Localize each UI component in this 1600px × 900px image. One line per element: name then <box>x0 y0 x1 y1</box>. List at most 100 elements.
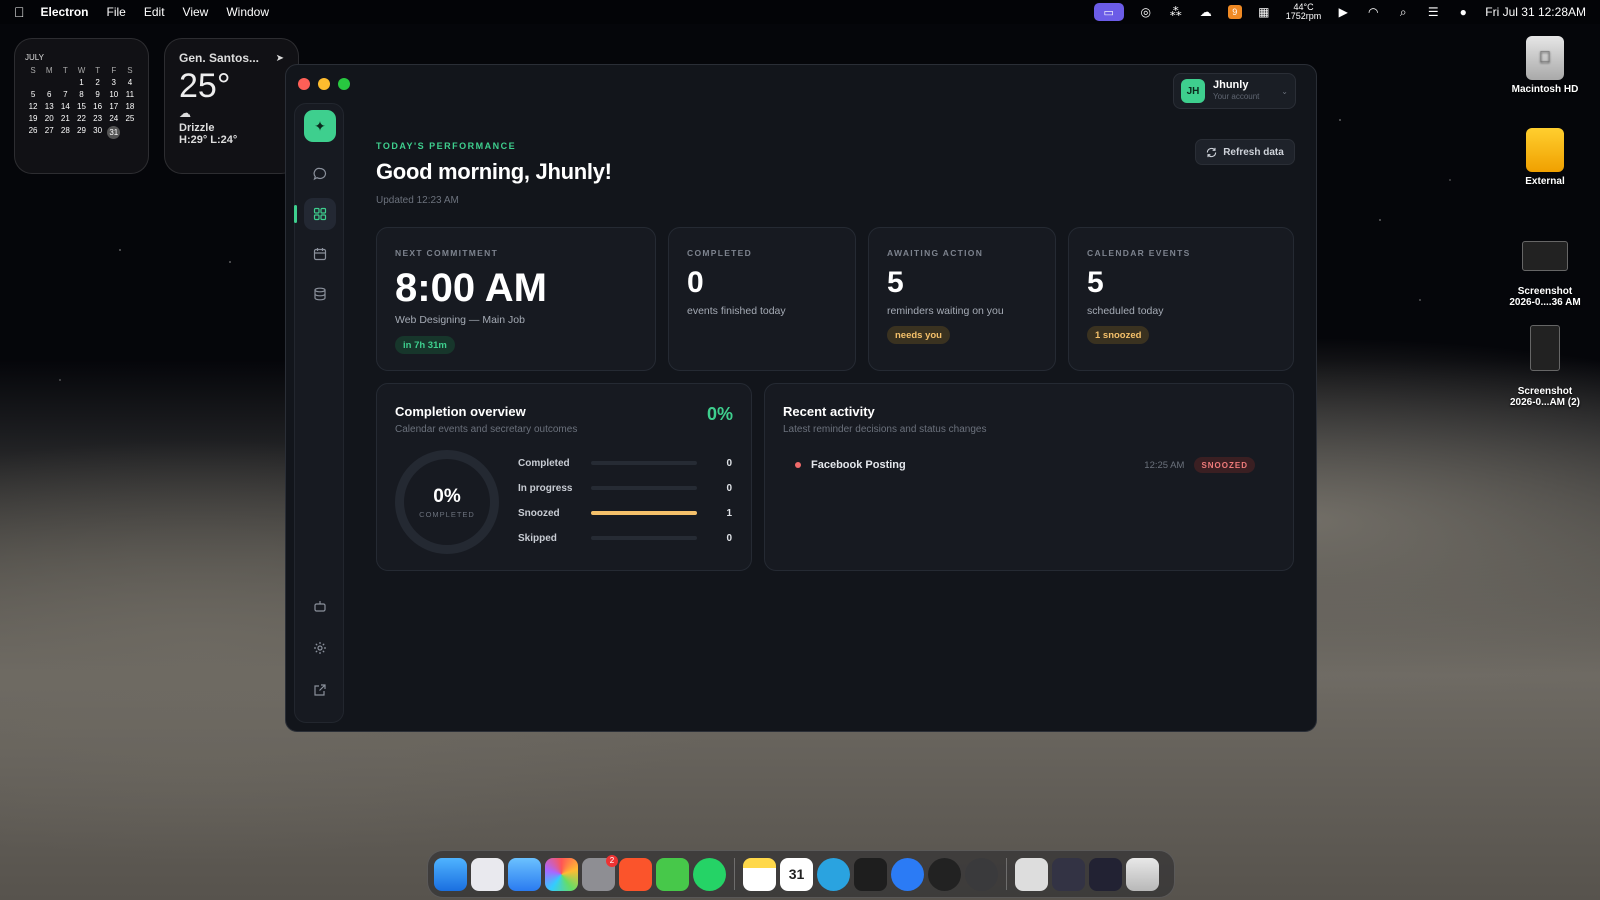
calendar-app-icon[interactable]: 31 <box>780 857 813 891</box>
calendar-day-header: F <box>111 66 117 75</box>
figma-icon[interactable]: ⁂ <box>1168 5 1184 19</box>
sidebar: ✦ <box>294 103 344 723</box>
folder-stack-icon[interactable] <box>1089 857 1122 891</box>
account-subtitle: Your account <box>1213 92 1260 101</box>
notes-icon[interactable] <box>743 857 776 891</box>
calendar-day: 3 <box>111 78 116 87</box>
whatsapp-icon[interactable] <box>693 857 726 891</box>
desktop-icon-external[interactable]: External <box>1490 128 1600 187</box>
menu-edit[interactable]: Edit <box>144 5 165 19</box>
cursor-app-icon[interactable] <box>656 857 689 891</box>
menu-file[interactable]: File <box>107 5 126 19</box>
quicktime-icon[interactable] <box>891 857 924 891</box>
apple-menu-icon[interactable]:  <box>14 4 25 20</box>
card-subtitle: Latest reminder decisions and status cha… <box>783 424 987 435</box>
calendar-day <box>25 78 41 87</box>
play-icon[interactable]: ▶ <box>1335 5 1351 19</box>
system-settings-icon[interactable]: 2 <box>582 854 618 891</box>
breakdown-row-snoozed: Snoozed 1 <box>518 507 732 519</box>
menu-app-name[interactable]: Electron <box>41 5 89 19</box>
external-drive-icon <box>1526 128 1564 172</box>
sidebar-item-chat[interactable] <box>304 158 336 190</box>
close-button[interactable] <box>298 78 310 90</box>
sidebar-item-bot[interactable] <box>304 590 336 622</box>
sidebar-item-settings[interactable] <box>304 632 336 664</box>
list-item[interactable]: Facebook Posting 12:25 AM SNOOZED <box>783 454 1255 476</box>
sidebar-item-calendar[interactable] <box>304 238 336 270</box>
calendar-day: 27 <box>44 126 54 135</box>
menu-window[interactable]: Window <box>226 5 269 19</box>
control-center-icon[interactable]: ☰ <box>1425 5 1441 19</box>
brave-icon[interactable] <box>619 857 652 891</box>
figma-app-icon[interactable] <box>854 857 887 891</box>
trash-icon[interactable] <box>1126 857 1159 891</box>
calendar-events-count: 5 <box>1087 266 1104 299</box>
calendar-day: 23 <box>93 114 103 123</box>
robot-icon <box>314 601 326 612</box>
calendar-day: 22 <box>77 114 86 123</box>
sidebar-item-database[interactable] <box>304 278 336 310</box>
telegram-icon[interactable] <box>817 857 850 891</box>
calendar-day: 2 <box>95 78 100 87</box>
calendar-day: 29 <box>77 126 86 135</box>
breakdown-row-in-progress: In progress 0 <box>518 482 732 494</box>
calendar-day-header: S <box>30 66 36 75</box>
calendar-day: 8 <box>79 90 84 99</box>
desktop-icon-macintosh-hd[interactable]:  Macintosh HD <box>1490 36 1600 95</box>
completion-overview-card: Completion overview Calendar events and … <box>376 383 752 571</box>
cpu-icon[interactable]: ▦ <box>1256 5 1272 19</box>
notification-badge[interactable]: 9 <box>1227 5 1242 19</box>
zoom-button[interactable] <box>338 78 350 90</box>
calendar-day: 15 <box>77 102 86 111</box>
sidebar-item-dashboard[interactable] <box>304 198 336 230</box>
account-menu[interactable]: JH Jhunly Your account ⌄ <box>1173 73 1296 109</box>
desktop-icon-screenshot-1[interactable]: Screenshot 2026-0....36 AM <box>1490 230 1600 319</box>
sparkle-logo-icon[interactable]: ✦ <box>304 110 336 142</box>
calendar-widget[interactable]: JULY S M T W T F S 1 2 3 4 5 6 7 8 9 10 11 12 13 14 15 16 17 18 1… <box>14 38 149 174</box>
desktop-icon-screenshot-2[interactable]: Screenshot 2026-0...AM (2) <box>1490 314 1600 419</box>
minimize-button[interactable] <box>318 78 330 90</box>
screenshot-stack-icon[interactable] <box>1052 857 1085 891</box>
menu-clock[interactable]: Fri Jul 31 12:28AM <box>1485 5 1586 19</box>
photos-icon[interactable] <box>545 857 578 891</box>
obs-icon[interactable] <box>928 857 961 891</box>
aperture-icon[interactable]: ◎ <box>1138 5 1154 19</box>
location-arrow-icon: ➤ <box>275 53 284 64</box>
dock: 2 31 <box>427 850 1175 898</box>
snoozed-badge: 1 snoozed <box>1087 326 1150 344</box>
screen-share-icon[interactable]: ▭ <box>1093 3 1124 21</box>
sidebar-item-external[interactable] <box>304 674 336 706</box>
stat-card-awaiting: AWAITING ACTION 5 reminders waiting on y… <box>868 227 1056 371</box>
calendar-day-header: S <box>127 66 133 75</box>
refresh-data-button[interactable]: Refresh data <box>1195 139 1295 165</box>
calendar-day: 26 <box>28 126 38 135</box>
launchpad-icon[interactable] <box>471 857 504 891</box>
cloud-icon[interactable]: ☁ <box>1198 5 1214 19</box>
card-subtitle: Calendar events and secretary outcomes <box>395 424 578 435</box>
siri-icon[interactable]: ● <box>1455 5 1471 19</box>
account-name: Jhunly <box>1213 79 1249 91</box>
wifi-icon[interactable]: ◠ <box>1365 5 1381 19</box>
menu-view[interactable]: View <box>183 5 209 19</box>
card-title: Completion overview <box>395 404 526 419</box>
dashboard-grid-icon <box>313 207 327 221</box>
weather-widget[interactable]: Gen. Santos... ➤ 25° ☁ Drizzle H:29° L:2… <box>164 38 299 174</box>
stat-card-completed: COMPLETED 0 events finished today <box>668 227 856 371</box>
dock-separator <box>1006 858 1007 890</box>
search-icon[interactable]: ⌕ <box>1395 5 1411 19</box>
calendar-day <box>41 78 57 87</box>
chat-bubble-icon <box>313 167 327 181</box>
next-commitment-title: Web Designing — Main Job <box>395 314 525 326</box>
mail-icon[interactable] <box>508 857 541 891</box>
weather-high-low: H:29° L:24° <box>179 134 238 146</box>
completion-percent: 0% <box>706 404 733 424</box>
calendar-day: 30 <box>93 126 103 135</box>
finder-icon[interactable] <box>434 857 467 891</box>
document-icon[interactable] <box>1015 857 1048 891</box>
next-commitment-time: 8:00 AM <box>395 266 547 310</box>
system-stats[interactable]: 44°C 1752rpm <box>1286 3 1322 21</box>
app-window: ✦ JH Jhunly Your account ⌄ TODAY'S PERFO… <box>285 64 1317 732</box>
calendar-day: 25 <box>125 114 135 123</box>
calendar-day: 5 <box>30 90 36 99</box>
chatgpt-icon[interactable] <box>965 857 998 891</box>
